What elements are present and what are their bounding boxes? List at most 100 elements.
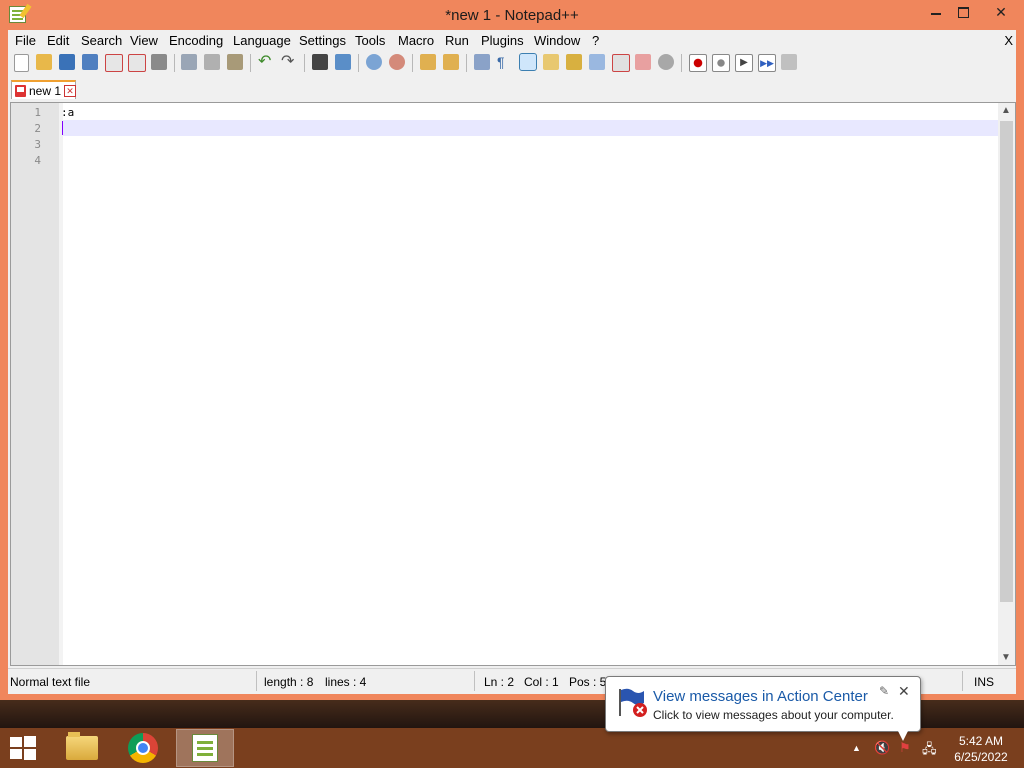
function-list-icon[interactable] <box>589 54 605 70</box>
wrench-icon[interactable]: ✎ <box>879 684 889 698</box>
windows-logo-icon <box>10 737 22 747</box>
maximize-button[interactable] <box>948 0 978 24</box>
vertical-scrollbar[interactable]: ▲ ▼ <box>998 103 1015 665</box>
taskbar-file-explorer[interactable] <box>54 730 110 766</box>
run-macro-multiple-icon[interactable]: ▶▶ <box>758 54 776 72</box>
toolbar-separator <box>174 54 175 72</box>
scroll-up-arrow-icon[interactable]: ▲ <box>1001 105 1011 116</box>
new-file-icon[interactable] <box>14 54 29 72</box>
monitoring-icon[interactable] <box>658 54 674 70</box>
status-separator <box>962 671 963 691</box>
show-all-characters-icon[interactable]: ¶ <box>497 54 513 70</box>
menu-view[interactable]: View <box>130 33 158 48</box>
save-all-icon[interactable] <box>82 54 98 70</box>
show-hidden-icons-icon[interactable]: ▲ <box>852 743 861 753</box>
close-document-button[interactable]: X <box>1004 33 1013 48</box>
menu-file[interactable]: File <box>15 33 36 48</box>
notepad-window: *new 1 - Notepad++ ✕ File Edit Search Vi… <box>0 0 1024 700</box>
sync-vertical-icon[interactable] <box>420 54 436 70</box>
find-icon[interactable] <box>312 54 328 70</box>
scroll-down-arrow-icon[interactable]: ▼ <box>1001 652 1011 663</box>
close-button[interactable]: ✕ <box>986 0 1016 24</box>
notification-title[interactable]: View messages in Action Center <box>653 688 868 705</box>
fold-margin <box>59 103 63 665</box>
tab-new-1[interactable]: new 1 ✕ <box>11 80 76 99</box>
status-lines: lines : 4 <box>325 675 367 689</box>
close-file-icon[interactable] <box>105 54 123 72</box>
line-number: 4 <box>34 154 41 167</box>
line-number: 3 <box>34 138 41 151</box>
minimize-button[interactable] <box>921 0 951 24</box>
tab-bar: new 1 ✕ <box>8 78 1016 100</box>
text-editor[interactable]: 1 2 3 4 :a ▲ ▼ <box>10 102 1016 666</box>
notification-pointer <box>897 729 909 741</box>
tab-close-icon[interactable]: ✕ <box>64 85 76 97</box>
menu-settings[interactable]: Settings <box>299 33 346 48</box>
replace-icon[interactable] <box>335 54 351 70</box>
menu-run[interactable]: Run <box>445 33 469 48</box>
cut-icon[interactable] <box>181 54 197 70</box>
save-icon[interactable] <box>59 54 75 70</box>
action-center-notification[interactable]: View messages in Action Center Click to … <box>605 676 921 732</box>
zoom-out-icon[interactable] <box>389 54 405 70</box>
user-defined-language-icon[interactable] <box>543 54 559 70</box>
text-caret <box>62 121 63 135</box>
menu-window[interactable]: Window <box>534 33 580 48</box>
taskbar-chrome[interactable] <box>115 730 171 766</box>
toolbar-separator <box>250 54 251 72</box>
notification-close-icon[interactable]: ✕ <box>898 683 910 700</box>
status-col: Col : 1 <box>524 675 559 689</box>
volume-muted-icon[interactable]: 🔇 <box>874 740 890 756</box>
close-all-icon[interactable] <box>128 54 146 72</box>
indent-guide-icon[interactable] <box>519 53 537 71</box>
menu-tools[interactable]: Tools <box>355 33 385 48</box>
close-icon: ✕ <box>995 3 1007 20</box>
record-macro-icon[interactable] <box>689 54 707 72</box>
status-ln: Ln : 2 <box>484 675 515 689</box>
menu-search[interactable]: Search <box>81 33 122 48</box>
toolbar-separator <box>358 54 359 72</box>
system-clock[interactable]: 5:42 AM 6/25/2022 <box>946 733 1016 765</box>
status-pos: Pos : 5 <box>569 675 607 689</box>
chrome-icon <box>128 733 158 763</box>
undo-icon[interactable]: ↶ <box>258 54 274 70</box>
menu-encoding[interactable]: Encoding <box>169 33 223 48</box>
start-button[interactable] <box>10 736 38 760</box>
notification-text: Click to view messages about your comput… <box>653 708 894 722</box>
taskbar: ▲ 🔇 ⚑ 🖧 5:42 AM 6/25/2022 <box>0 728 1024 768</box>
word-wrap-icon[interactable] <box>474 54 490 70</box>
toolbar-separator <box>304 54 305 72</box>
stop-recording-icon[interactable] <box>712 54 730 72</box>
taskbar-notepad-plus-plus[interactable] <box>176 729 234 767</box>
print-icon[interactable] <box>151 54 167 70</box>
network-icon[interactable]: 🖧 <box>922 740 937 762</box>
copy-icon[interactable] <box>204 54 220 70</box>
save-macro-icon[interactable] <box>781 54 797 70</box>
title-bar[interactable]: *new 1 - Notepad++ ✕ <box>0 0 1024 30</box>
menu-macro[interactable]: Macro <box>398 33 434 48</box>
status-separator <box>256 671 257 691</box>
document-map-icon[interactable] <box>566 54 582 70</box>
open-file-icon[interactable] <box>36 54 52 70</box>
sync-horizontal-icon[interactable] <box>443 54 459 70</box>
menu-help[interactable]: ? <box>592 33 599 48</box>
zoom-in-icon[interactable] <box>366 54 382 70</box>
play-macro-icon[interactable]: ▶ <box>735 54 753 72</box>
folder-as-workspace-icon[interactable] <box>612 54 630 72</box>
paste-icon[interactable] <box>227 54 243 70</box>
project-panel-icon[interactable] <box>635 54 651 70</box>
window-title: *new 1 - Notepad++ <box>445 7 579 24</box>
status-separator <box>474 671 475 691</box>
notepad-plus-plus-icon <box>192 734 218 762</box>
status-length: length : 8 <box>264 675 314 689</box>
redo-icon[interactable]: ↷ <box>281 54 297 70</box>
menu-plugins[interactable]: Plugins <box>481 33 524 48</box>
current-line-highlight <box>63 120 999 136</box>
action-center-alert-icon[interactable]: ⚑ <box>899 740 911 756</box>
menu-edit[interactable]: Edit <box>47 33 69 48</box>
menu-bar: File Edit Search View Encoding Language … <box>8 30 1016 50</box>
action-center-flag-icon <box>619 688 647 717</box>
toolbar-separator <box>466 54 467 72</box>
scrollbar-thumb[interactable] <box>1000 121 1013 602</box>
menu-language[interactable]: Language <box>233 33 291 48</box>
